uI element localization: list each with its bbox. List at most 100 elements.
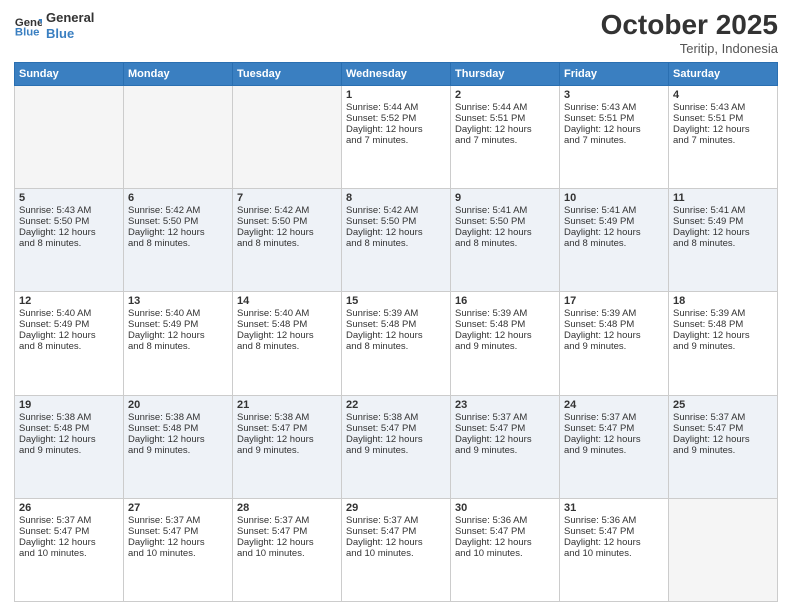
calendar-cell: 8Sunrise: 5:42 AMSunset: 5:50 PMDaylight… bbox=[342, 189, 451, 292]
day-info-line: Daylight: 12 hours bbox=[455, 330, 555, 341]
day-info-line: and 9 minutes. bbox=[455, 445, 555, 456]
day-info-line: Daylight: 12 hours bbox=[564, 434, 664, 445]
day-info-line: and 10 minutes. bbox=[564, 548, 664, 559]
day-info-line: Sunrise: 5:38 AM bbox=[237, 412, 337, 423]
day-info-line: Daylight: 12 hours bbox=[128, 330, 228, 341]
day-info-line: Sunrise: 5:37 AM bbox=[128, 515, 228, 526]
day-info-line: and 9 minutes. bbox=[564, 341, 664, 352]
day-number: 26 bbox=[19, 502, 119, 514]
calendar-cell: 13Sunrise: 5:40 AMSunset: 5:49 PMDayligh… bbox=[124, 292, 233, 395]
day-info-line: Sunrise: 5:37 AM bbox=[237, 515, 337, 526]
day-info-line: Daylight: 12 hours bbox=[346, 227, 446, 238]
calendar-table: SundayMondayTuesdayWednesdayThursdayFrid… bbox=[14, 62, 778, 602]
day-info-line: and 8 minutes. bbox=[237, 238, 337, 249]
day-info-line: Sunrise: 5:37 AM bbox=[455, 412, 555, 423]
day-info-line: Sunrise: 5:38 AM bbox=[346, 412, 446, 423]
day-info-line: Sunset: 5:47 PM bbox=[455, 423, 555, 434]
calendar-cell: 25Sunrise: 5:37 AMSunset: 5:47 PMDayligh… bbox=[669, 395, 778, 498]
day-info-line: and 8 minutes. bbox=[673, 238, 773, 249]
calendar-cell: 23Sunrise: 5:37 AMSunset: 5:47 PMDayligh… bbox=[451, 395, 560, 498]
day-number: 16 bbox=[455, 295, 555, 307]
day-info-line: Daylight: 12 hours bbox=[564, 227, 664, 238]
day-info-line: Sunrise: 5:44 AM bbox=[346, 102, 446, 113]
day-info-line: Sunset: 5:51 PM bbox=[673, 113, 773, 124]
day-info-line: Sunset: 5:47 PM bbox=[564, 423, 664, 434]
day-info-line: Daylight: 12 hours bbox=[455, 434, 555, 445]
calendar-cell: 9Sunrise: 5:41 AMSunset: 5:50 PMDaylight… bbox=[451, 189, 560, 292]
day-info-line: Sunset: 5:50 PM bbox=[19, 216, 119, 227]
calendar-cell: 2Sunrise: 5:44 AMSunset: 5:51 PMDaylight… bbox=[451, 85, 560, 188]
logo-general: General bbox=[46, 10, 94, 26]
calendar-cell: 20Sunrise: 5:38 AMSunset: 5:48 PMDayligh… bbox=[124, 395, 233, 498]
day-info-line: Sunset: 5:47 PM bbox=[237, 526, 337, 537]
calendar-cell: 4Sunrise: 5:43 AMSunset: 5:51 PMDaylight… bbox=[669, 85, 778, 188]
day-info-line: and 9 minutes. bbox=[673, 341, 773, 352]
day-info-line: and 10 minutes. bbox=[19, 548, 119, 559]
day-number: 14 bbox=[237, 295, 337, 307]
day-info-line: Sunset: 5:48 PM bbox=[564, 319, 664, 330]
calendar-cell: 26Sunrise: 5:37 AMSunset: 5:47 PMDayligh… bbox=[15, 498, 124, 601]
day-info-line: Sunset: 5:48 PM bbox=[455, 319, 555, 330]
title-block: October 2025 Teritip, Indonesia bbox=[601, 10, 778, 56]
day-info-line: Sunrise: 5:38 AM bbox=[128, 412, 228, 423]
day-info-line: Sunset: 5:49 PM bbox=[564, 216, 664, 227]
day-info-line: Sunset: 5:51 PM bbox=[455, 113, 555, 124]
page: General Blue General Blue October 2025 T… bbox=[0, 0, 792, 612]
day-info-line: Sunrise: 5:42 AM bbox=[128, 205, 228, 216]
day-info-line: Sunrise: 5:37 AM bbox=[673, 412, 773, 423]
day-number: 3 bbox=[564, 89, 664, 101]
day-number: 4 bbox=[673, 89, 773, 101]
day-info-line: and 8 minutes. bbox=[128, 238, 228, 249]
day-number: 13 bbox=[128, 295, 228, 307]
day-info-line: and 8 minutes. bbox=[19, 341, 119, 352]
day-info-line: Sunset: 5:47 PM bbox=[346, 526, 446, 537]
day-number: 31 bbox=[564, 502, 664, 514]
day-info-line: and 9 minutes. bbox=[346, 445, 446, 456]
day-info-line: Sunrise: 5:37 AM bbox=[19, 515, 119, 526]
day-info-line: Daylight: 12 hours bbox=[237, 227, 337, 238]
calendar-cell: 22Sunrise: 5:38 AMSunset: 5:47 PMDayligh… bbox=[342, 395, 451, 498]
day-info-line: Sunrise: 5:40 AM bbox=[19, 308, 119, 319]
day-number: 6 bbox=[128, 192, 228, 204]
calendar-cell: 24Sunrise: 5:37 AMSunset: 5:47 PMDayligh… bbox=[560, 395, 669, 498]
calendar-header-row: SundayMondayTuesdayWednesdayThursdayFrid… bbox=[15, 62, 778, 85]
day-info-line: and 9 minutes. bbox=[455, 341, 555, 352]
calendar-week-row: 12Sunrise: 5:40 AMSunset: 5:49 PMDayligh… bbox=[15, 292, 778, 395]
day-info-line: Sunrise: 5:41 AM bbox=[564, 205, 664, 216]
calendar-cell: 21Sunrise: 5:38 AMSunset: 5:47 PMDayligh… bbox=[233, 395, 342, 498]
calendar-cell: 12Sunrise: 5:40 AMSunset: 5:49 PMDayligh… bbox=[15, 292, 124, 395]
day-info-line: and 8 minutes. bbox=[346, 341, 446, 352]
day-number: 28 bbox=[237, 502, 337, 514]
day-info-line: Sunrise: 5:39 AM bbox=[455, 308, 555, 319]
calendar-week-row: 26Sunrise: 5:37 AMSunset: 5:47 PMDayligh… bbox=[15, 498, 778, 601]
day-info-line: Sunrise: 5:43 AM bbox=[673, 102, 773, 113]
day-number: 15 bbox=[346, 295, 446, 307]
day-info-line: Daylight: 12 hours bbox=[346, 330, 446, 341]
calendar-cell: 27Sunrise: 5:37 AMSunset: 5:47 PMDayligh… bbox=[124, 498, 233, 601]
calendar-cell bbox=[233, 85, 342, 188]
day-info-line: Sunset: 5:48 PM bbox=[128, 423, 228, 434]
day-number: 7 bbox=[237, 192, 337, 204]
day-info-line: Daylight: 12 hours bbox=[128, 227, 228, 238]
day-info-line: Sunset: 5:47 PM bbox=[564, 526, 664, 537]
day-info-line: Sunrise: 5:44 AM bbox=[455, 102, 555, 113]
day-info-line: and 7 minutes. bbox=[673, 135, 773, 146]
col-header-monday: Monday bbox=[124, 62, 233, 85]
col-header-tuesday: Tuesday bbox=[233, 62, 342, 85]
calendar-week-row: 5Sunrise: 5:43 AMSunset: 5:50 PMDaylight… bbox=[15, 189, 778, 292]
calendar-cell: 5Sunrise: 5:43 AMSunset: 5:50 PMDaylight… bbox=[15, 189, 124, 292]
day-info-line: and 8 minutes. bbox=[346, 238, 446, 249]
day-info-line: Sunset: 5:51 PM bbox=[564, 113, 664, 124]
logo: General Blue General Blue bbox=[14, 10, 94, 41]
day-info-line: Daylight: 12 hours bbox=[19, 330, 119, 341]
month-title: October 2025 bbox=[601, 10, 778, 41]
day-info-line: Sunrise: 5:38 AM bbox=[19, 412, 119, 423]
calendar-cell: 17Sunrise: 5:39 AMSunset: 5:48 PMDayligh… bbox=[560, 292, 669, 395]
calendar-week-row: 1Sunrise: 5:44 AMSunset: 5:52 PMDaylight… bbox=[15, 85, 778, 188]
day-info-line: Sunset: 5:50 PM bbox=[346, 216, 446, 227]
calendar-cell: 3Sunrise: 5:43 AMSunset: 5:51 PMDaylight… bbox=[560, 85, 669, 188]
day-info-line: Sunrise: 5:40 AM bbox=[128, 308, 228, 319]
day-info-line: and 9 minutes. bbox=[673, 445, 773, 456]
day-info-line: Daylight: 12 hours bbox=[19, 227, 119, 238]
day-number: 17 bbox=[564, 295, 664, 307]
